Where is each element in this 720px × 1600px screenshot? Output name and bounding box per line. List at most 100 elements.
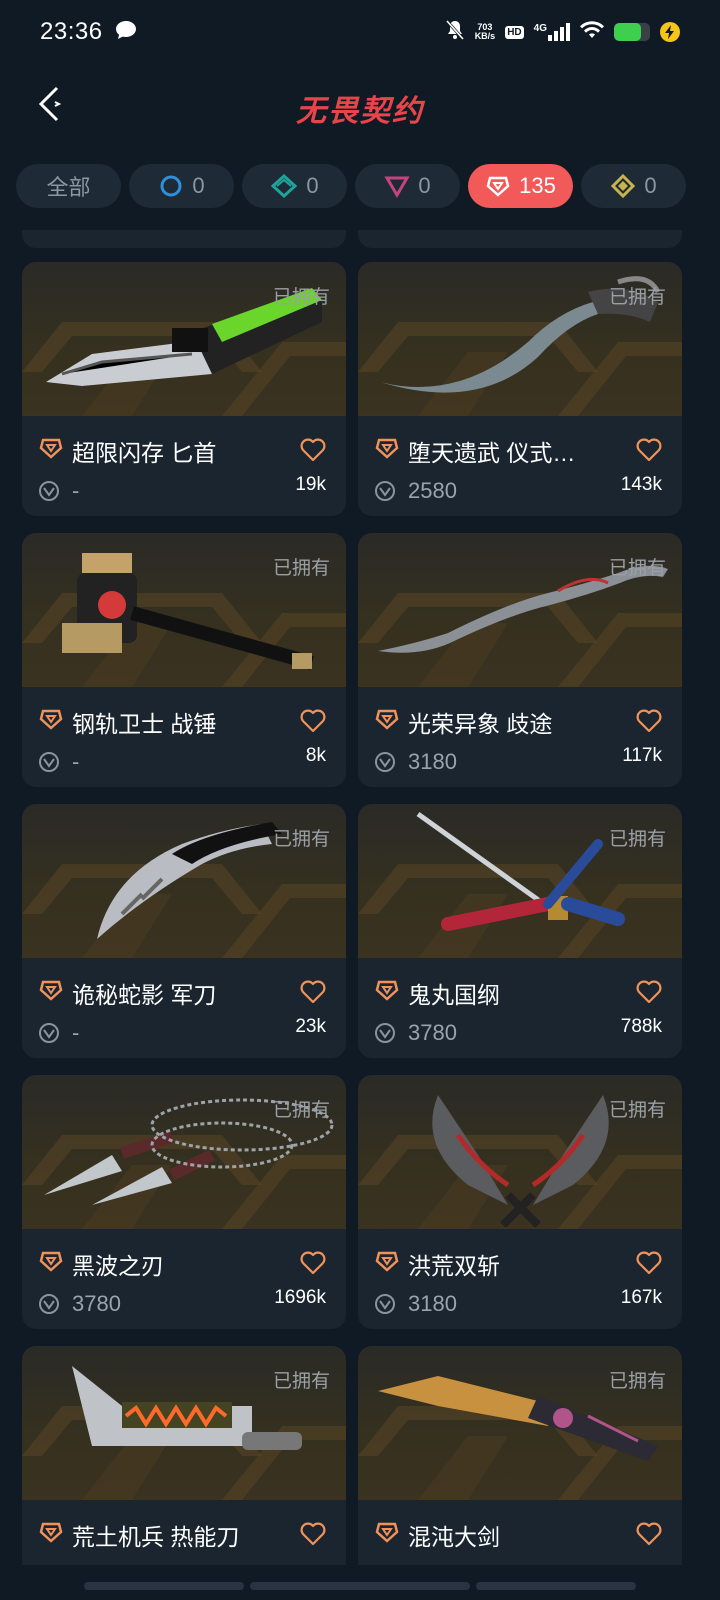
owned-tag: 已拥有 bbox=[608, 1371, 666, 1392]
skin-info: 钢轨卫士 战锤 - 8k bbox=[22, 687, 346, 787]
vp-currency-icon bbox=[374, 1293, 396, 1315]
ultra-tier-icon bbox=[610, 173, 636, 199]
page-title: 无畏契约 bbox=[296, 95, 424, 128]
vp-currency-icon bbox=[38, 751, 60, 773]
skin-image: 已拥有 bbox=[22, 1075, 346, 1229]
heart-icon[interactable] bbox=[636, 980, 662, 1004]
exclusive-tier-icon bbox=[485, 174, 511, 198]
filter-tab-select-tier[interactable]: 0 bbox=[129, 164, 234, 208]
hd-badge: HD bbox=[505, 25, 524, 39]
skin-name: 黑波之刃 bbox=[72, 1253, 164, 1279]
filter-tab-label: 135 bbox=[519, 173, 556, 198]
skin-card[interactable]: 已拥有 鬼丸国纲 3780 788k bbox=[358, 804, 682, 1058]
exclusive-tier-icon bbox=[38, 707, 63, 730]
skin-card[interactable]: 已拥有 洪荒双斩 3180 167k bbox=[358, 1075, 682, 1329]
skin-grid: 已拥有 超限闪存 匕首 - 19k 已拥有 堕天遗武 仪式… 2580 143k bbox=[0, 230, 720, 1565]
heart-icon[interactable] bbox=[300, 438, 326, 462]
skin-image: 已拥有 bbox=[358, 1075, 682, 1229]
owned-tag: 已拥有 bbox=[608, 829, 666, 850]
filter-tab-label: 全部 bbox=[46, 175, 91, 200]
skin-card[interactable]: 已拥有 光荣异象 歧途 3180 117k bbox=[358, 533, 682, 787]
skin-card[interactable]: 已拥有 堕天遗武 仪式… 2580 143k bbox=[358, 262, 682, 516]
skin-price: 3180 bbox=[408, 749, 457, 774]
vp-currency-icon bbox=[38, 1022, 60, 1044]
vp-currency-icon bbox=[38, 1564, 60, 1565]
like-count: 117k bbox=[622, 745, 662, 766]
vp-currency-icon bbox=[38, 1293, 60, 1315]
exclusive-tier-icon bbox=[38, 978, 63, 1001]
like-count: 23k bbox=[295, 1016, 326, 1037]
vp-currency-icon bbox=[374, 480, 396, 502]
skin-price: 3180 bbox=[408, 1291, 457, 1316]
skin-name: 混沌大剑 bbox=[408, 1524, 500, 1550]
skin-image: 已拥有 bbox=[358, 533, 682, 687]
skin-card[interactable]: 已拥有 黑波之刃 3780 1696k bbox=[22, 1075, 346, 1329]
heart-icon[interactable] bbox=[300, 1522, 326, 1546]
like-count: 1696k bbox=[274, 1287, 326, 1308]
skin-card[interactable]: 已拥有 诡秘蛇影 军刀 - 23k bbox=[22, 804, 346, 1058]
exclusive-tier-icon bbox=[374, 1520, 399, 1543]
like-count: 143k bbox=[620, 474, 662, 495]
skin-price: 3780 bbox=[408, 1020, 457, 1045]
skin-price: - bbox=[72, 478, 80, 503]
filter-tab-premium-tier[interactable]: 0 bbox=[355, 164, 460, 208]
scroll-indicator bbox=[0, 1582, 720, 1600]
skin-name: 超限闪存 匕首 bbox=[72, 440, 217, 466]
wifi-icon bbox=[580, 20, 604, 44]
skin-name: 诡秘蛇影 军刀 bbox=[72, 982, 217, 1008]
owned-tag: 已拥有 bbox=[608, 558, 666, 579]
heart-icon[interactable] bbox=[300, 980, 326, 1004]
filter-tab-ultra-tier[interactable]: 0 bbox=[581, 164, 686, 208]
vp-currency-icon bbox=[374, 751, 396, 773]
like-count: 19k bbox=[295, 474, 326, 495]
skin-name: 钢轨卫士 战锤 bbox=[72, 711, 217, 737]
header: 无畏契约 bbox=[0, 70, 720, 140]
vp-currency-icon bbox=[374, 1022, 396, 1044]
exclusive-tier-icon bbox=[374, 707, 399, 730]
skin-info: 诡秘蛇影 军刀 - 23k bbox=[22, 958, 346, 1058]
skin-card[interactable]: 已拥有 钢轨卫士 战锤 - 8k bbox=[22, 533, 346, 787]
exclusive-tier-icon bbox=[38, 436, 63, 459]
owned-tag: 已拥有 bbox=[608, 1100, 666, 1121]
owned-tag: 已拥有 bbox=[272, 1100, 330, 1121]
skin-name: 荒土机兵 热能刀 bbox=[72, 1524, 240, 1550]
owned-tag: 已拥有 bbox=[272, 287, 330, 308]
heart-icon[interactable] bbox=[636, 1522, 662, 1546]
owned-tag: 已拥有 bbox=[272, 558, 330, 579]
heart-icon[interactable] bbox=[636, 1251, 662, 1275]
vp-currency-icon bbox=[38, 480, 60, 502]
filter-tab-deluxe-tier[interactable]: 0 bbox=[242, 164, 347, 208]
exclusive-tier-icon bbox=[374, 436, 399, 459]
skin-price: 2580 bbox=[408, 478, 457, 503]
owned-tag: 已拥有 bbox=[608, 287, 666, 308]
battery-icon bbox=[614, 23, 650, 41]
owned-tag: 已拥有 bbox=[272, 829, 330, 850]
heart-icon[interactable] bbox=[636, 438, 662, 462]
skin-info: 鬼丸国纲 3780 788k bbox=[358, 958, 682, 1058]
heart-icon[interactable] bbox=[300, 1251, 326, 1275]
skin-name: 洪荒双斩 bbox=[408, 1253, 500, 1279]
filter-tab-label: 0 bbox=[192, 173, 205, 198]
skin-info: 堕天遗武 仪式… 2580 143k bbox=[358, 416, 682, 516]
chat-bubble-icon bbox=[115, 20, 137, 45]
skin-image: 已拥有 bbox=[22, 262, 346, 416]
heart-icon[interactable] bbox=[300, 709, 326, 733]
heart-icon[interactable] bbox=[636, 709, 662, 733]
skin-name: 光荣异象 歧途 bbox=[408, 711, 553, 737]
skin-price: - bbox=[72, 1020, 80, 1045]
skin-image: 已拥有 bbox=[358, 804, 682, 958]
skin-info: 超限闪存 匕首 - 19k bbox=[22, 416, 346, 516]
skin-info: 混沌大剑 bbox=[358, 1500, 682, 1565]
exclusive-tier-icon bbox=[374, 1249, 399, 1272]
skin-card[interactable]: 已拥有 超限闪存 匕首 - 19k bbox=[22, 262, 346, 516]
filter-tab-label: 0 bbox=[644, 173, 657, 198]
skin-info: 黑波之刃 3780 1696k bbox=[22, 1229, 346, 1329]
skin-image: 已拥有 bbox=[358, 1346, 682, 1500]
skin-card[interactable]: 已拥有 混沌大剑 bbox=[358, 1346, 682, 1565]
skin-card[interactable]: 已拥有 荒土机兵 热能刀 bbox=[22, 1346, 346, 1565]
filter-tab-exclusive-tier[interactable]: 135 bbox=[468, 164, 573, 208]
mute-bell-icon bbox=[445, 19, 465, 46]
filter-tab-all[interactable]: 全部 bbox=[16, 164, 121, 208]
like-count: 167k bbox=[620, 1287, 662, 1308]
like-count: 8k bbox=[305, 745, 326, 766]
